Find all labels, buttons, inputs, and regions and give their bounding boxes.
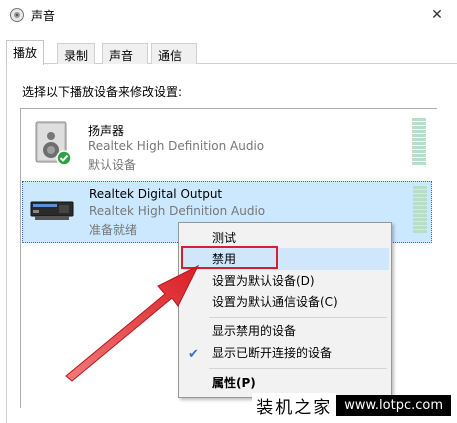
annotation-highlight-box [181, 246, 278, 269]
volume-meter [412, 118, 426, 166]
menu-item-show-disconnected[interactable]: ✔ 显示已断开连接的设备 [179, 342, 391, 364]
watermark-url: www.lotpc.com [336, 394, 451, 416]
check-icon: ✔ [188, 347, 199, 362]
close-button[interactable]: ✕ [417, 0, 457, 30]
device-driver: Realtek High Definition Audio [88, 139, 265, 153]
menu-separator [209, 368, 387, 369]
volume-meter [413, 186, 427, 234]
sound-dialog: 声音 ✕ 播放 录制 声音 通信 选择以下播放设备来修改设置: 扬声器 Real… [0, 0, 457, 423]
device-status: 默认设备 [88, 158, 137, 172]
menu-item-set-default-comm[interactable]: 设置为默认通信设备(C) [179, 291, 391, 313]
tab-recording[interactable]: 录制 [57, 43, 95, 64]
device-name: Realtek Digital Output [89, 187, 223, 201]
tab-playback[interactable]: 播放 [6, 40, 44, 65]
device-status: 准备就绪 [89, 223, 138, 237]
instruction-text: 选择以下播放设备来修改设置: [22, 85, 183, 99]
device-item-speaker[interactable]: 扬声器 Realtek High Definition Audio 默认设备 [22, 112, 432, 174]
speaker-title-icon [10, 8, 24, 22]
watermark-text: 装机之家 [252, 392, 337, 418]
tab-sounds[interactable]: 声音 [102, 43, 148, 64]
device-driver: Realtek High Definition Audio [89, 204, 266, 218]
window-title: 声音 [31, 9, 56, 23]
device-name: 扬声器 [88, 124, 125, 138]
close-icon: ✕ [431, 7, 443, 23]
digital-output-icon [30, 201, 74, 220]
watermark: 装机之家 www.lotpc.com [252, 392, 451, 418]
title-bar: 声音 ✕ [0, 0, 457, 30]
speaker-icon [35, 121, 72, 166]
menu-item-properties[interactable]: 属性(P) [179, 372, 391, 394]
menu-item-show-disabled[interactable]: 显示禁用的设备 [179, 320, 391, 342]
menu-separator [209, 317, 387, 318]
menu-item-set-default[interactable]: 设置为默认设备(D) [179, 270, 391, 292]
menu-item-label: 显示已断开连接的设备 [212, 346, 333, 360]
tab-communications[interactable]: 通信 [151, 43, 197, 64]
